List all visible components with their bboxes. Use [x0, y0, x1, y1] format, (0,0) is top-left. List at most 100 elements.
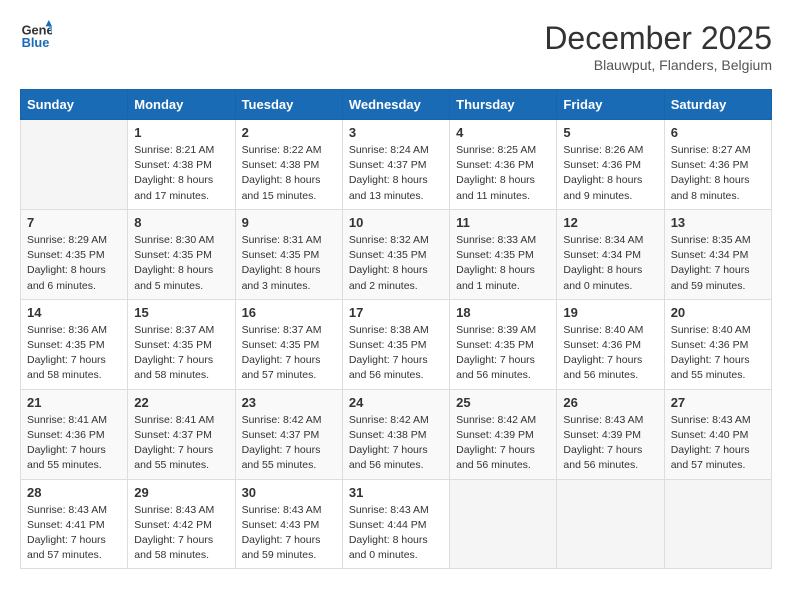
calendar-cell: 31 Sunrise: 8:43 AMSunset: 4:44 PMDayligh… — [342, 479, 449, 569]
day-info: Sunrise: 8:38 AMSunset: 4:35 PMDaylight:… — [349, 323, 443, 384]
day-number: 8 — [134, 215, 228, 230]
calendar-cell: 14 Sunrise: 8:36 AMSunset: 4:35 PMDayligh… — [21, 299, 128, 389]
calendar-cell: 6 Sunrise: 8:27 AMSunset: 4:36 PMDaylight… — [664, 120, 771, 210]
day-info: Sunrise: 8:43 AMSunset: 4:44 PMDaylight:… — [349, 503, 443, 564]
day-number: 26 — [563, 395, 657, 410]
calendar-cell: 20 Sunrise: 8:40 AMSunset: 4:36 PMDayligh… — [664, 299, 771, 389]
day-info: Sunrise: 8:30 AMSunset: 4:35 PMDaylight:… — [134, 233, 228, 294]
logo: General Blue — [20, 20, 52, 52]
day-number: 29 — [134, 485, 228, 500]
calendar-header-row: SundayMondayTuesdayWednesdayThursdayFrid… — [21, 90, 772, 120]
calendar-cell: 15 Sunrise: 8:37 AMSunset: 4:35 PMDayligh… — [128, 299, 235, 389]
day-info: Sunrise: 8:37 AMSunset: 4:35 PMDaylight:… — [134, 323, 228, 384]
day-info: Sunrise: 8:42 AMSunset: 4:39 PMDaylight:… — [456, 413, 550, 474]
calendar-cell: 26 Sunrise: 8:43 AMSunset: 4:39 PMDayligh… — [557, 389, 664, 479]
logo-icon: General Blue — [20, 20, 52, 52]
day-info: Sunrise: 8:39 AMSunset: 4:35 PMDaylight:… — [456, 323, 550, 384]
day-number: 4 — [456, 125, 550, 140]
day-number: 13 — [671, 215, 765, 230]
calendar-cell: 27 Sunrise: 8:43 AMSunset: 4:40 PMDayligh… — [664, 389, 771, 479]
header-thursday: Thursday — [450, 90, 557, 120]
calendar-cell — [450, 479, 557, 569]
day-number: 30 — [242, 485, 336, 500]
day-number: 11 — [456, 215, 550, 230]
day-number: 31 — [349, 485, 443, 500]
day-info: Sunrise: 8:27 AMSunset: 4:36 PMDaylight:… — [671, 143, 765, 204]
calendar-cell: 25 Sunrise: 8:42 AMSunset: 4:39 PMDayligh… — [450, 389, 557, 479]
day-number: 28 — [27, 485, 121, 500]
day-number: 22 — [134, 395, 228, 410]
calendar-week-1: 1Sunrise: 8:21 AMSunset: 4:38 PMDaylight… — [21, 120, 772, 210]
calendar-table: SundayMondayTuesdayWednesdayThursdayFrid… — [20, 89, 772, 569]
day-number: 17 — [349, 305, 443, 320]
day-number: 9 — [242, 215, 336, 230]
day-info: Sunrise: 8:43 AMSunset: 4:41 PMDaylight:… — [27, 503, 121, 564]
day-number: 2 — [242, 125, 336, 140]
header-friday: Friday — [557, 90, 664, 120]
calendar-cell: 3 Sunrise: 8:24 AMSunset: 4:37 PMDaylight… — [342, 120, 449, 210]
header-wednesday: Wednesday — [342, 90, 449, 120]
day-number: 10 — [349, 215, 443, 230]
calendar-cell: 9 Sunrise: 8:31 AMSunset: 4:35 PMDaylight… — [235, 209, 342, 299]
day-number: 7 — [27, 215, 121, 230]
location-subtitle: Blauwput, Flanders, Belgium — [544, 57, 772, 73]
calendar-cell: 22 Sunrise: 8:41 AMSunset: 4:37 PMDayligh… — [128, 389, 235, 479]
day-info: Sunrise: 8:43 AMSunset: 4:40 PMDaylight:… — [671, 413, 765, 474]
day-info: Sunrise: 8:40 AMSunset: 4:36 PMDaylight:… — [671, 323, 765, 384]
calendar-week-5: 28 Sunrise: 8:43 AMSunset: 4:41 PMDayligh… — [21, 479, 772, 569]
calendar-cell: 13Sunrise: 8:35 AMSunset: 4:34 PMDayligh… — [664, 209, 771, 299]
calendar-cell: 19Sunrise: 8:40 AMSunset: 4:36 PMDayligh… — [557, 299, 664, 389]
calendar-cell: 23Sunrise: 8:42 AMSunset: 4:37 PMDayligh… — [235, 389, 342, 479]
calendar-cell: 2 Sunrise: 8:22 AMSunset: 4:38 PMDaylight… — [235, 120, 342, 210]
calendar-week-3: 14 Sunrise: 8:36 AMSunset: 4:35 PMDayligh… — [21, 299, 772, 389]
calendar-cell: 1Sunrise: 8:21 AMSunset: 4:38 PMDaylight… — [128, 120, 235, 210]
calendar-cell: 5 Sunrise: 8:26 AMSunset: 4:36 PMDaylight… — [557, 120, 664, 210]
calendar-cell: 16 Sunrise: 8:37 AMSunset: 4:35 PMDayligh… — [235, 299, 342, 389]
day-info: Sunrise: 8:42 AMSunset: 4:37 PMDaylight:… — [242, 413, 336, 474]
calendar-cell: 7Sunrise: 8:29 AMSunset: 4:35 PMDaylight… — [21, 209, 128, 299]
day-number: 18 — [456, 305, 550, 320]
day-info: Sunrise: 8:41 AMSunset: 4:37 PMDaylight:… — [134, 413, 228, 474]
calendar-cell: 12Sunrise: 8:34 AMSunset: 4:34 PMDayligh… — [557, 209, 664, 299]
day-number: 15 — [134, 305, 228, 320]
day-number: 5 — [563, 125, 657, 140]
day-info: Sunrise: 8:41 AMSunset: 4:36 PMDaylight:… — [27, 413, 121, 474]
day-number: 27 — [671, 395, 765, 410]
calendar-cell: 29 Sunrise: 8:43 AMSunset: 4:42 PMDayligh… — [128, 479, 235, 569]
header-tuesday: Tuesday — [235, 90, 342, 120]
calendar-cell: 21Sunrise: 8:41 AMSunset: 4:36 PMDayligh… — [21, 389, 128, 479]
day-info: Sunrise: 8:43 AMSunset: 4:43 PMDaylight:… — [242, 503, 336, 564]
calendar-cell: 11Sunrise: 8:33 AMSunset: 4:35 PMDayligh… — [450, 209, 557, 299]
calendar-cell — [664, 479, 771, 569]
header-saturday: Saturday — [664, 90, 771, 120]
day-info: Sunrise: 8:43 AMSunset: 4:42 PMDaylight:… — [134, 503, 228, 564]
day-info: Sunrise: 8:25 AMSunset: 4:36 PMDaylight:… — [456, 143, 550, 204]
calendar-cell: 28 Sunrise: 8:43 AMSunset: 4:41 PMDayligh… — [21, 479, 128, 569]
day-number: 6 — [671, 125, 765, 140]
day-info: Sunrise: 8:24 AMSunset: 4:37 PMDaylight:… — [349, 143, 443, 204]
day-info: Sunrise: 8:34 AMSunset: 4:34 PMDaylight:… — [563, 233, 657, 294]
day-info: Sunrise: 8:31 AMSunset: 4:35 PMDaylight:… — [242, 233, 336, 294]
calendar-cell: 17 Sunrise: 8:38 AMSunset: 4:35 PMDayligh… — [342, 299, 449, 389]
day-info: Sunrise: 8:37 AMSunset: 4:35 PMDaylight:… — [242, 323, 336, 384]
day-number: 25 — [456, 395, 550, 410]
header-sunday: Sunday — [21, 90, 128, 120]
day-info: Sunrise: 8:36 AMSunset: 4:35 PMDaylight:… — [27, 323, 121, 384]
day-number: 14 — [27, 305, 121, 320]
calendar-cell: 4 Sunrise: 8:25 AMSunset: 4:36 PMDaylight… — [450, 120, 557, 210]
day-number: 20 — [671, 305, 765, 320]
day-info: Sunrise: 8:43 AMSunset: 4:39 PMDaylight:… — [563, 413, 657, 474]
day-number: 3 — [349, 125, 443, 140]
day-info: Sunrise: 8:26 AMSunset: 4:36 PMDaylight:… — [563, 143, 657, 204]
svg-text:Blue: Blue — [22, 35, 50, 50]
calendar-cell: 10 Sunrise: 8:32 AMSunset: 4:35 PMDayligh… — [342, 209, 449, 299]
calendar-week-2: 7Sunrise: 8:29 AMSunset: 4:35 PMDaylight… — [21, 209, 772, 299]
calendar-cell — [21, 120, 128, 210]
day-info: Sunrise: 8:32 AMSunset: 4:35 PMDaylight:… — [349, 233, 443, 294]
day-info: Sunrise: 8:22 AMSunset: 4:38 PMDaylight:… — [242, 143, 336, 204]
calendar-week-4: 21Sunrise: 8:41 AMSunset: 4:36 PMDayligh… — [21, 389, 772, 479]
calendar-cell: 8 Sunrise: 8:30 AMSunset: 4:35 PMDaylight… — [128, 209, 235, 299]
calendar-cell: 18 Sunrise: 8:39 AMSunset: 4:35 PMDayligh… — [450, 299, 557, 389]
day-number: 16 — [242, 305, 336, 320]
calendar-cell: 30 Sunrise: 8:43 AMSunset: 4:43 PMDayligh… — [235, 479, 342, 569]
